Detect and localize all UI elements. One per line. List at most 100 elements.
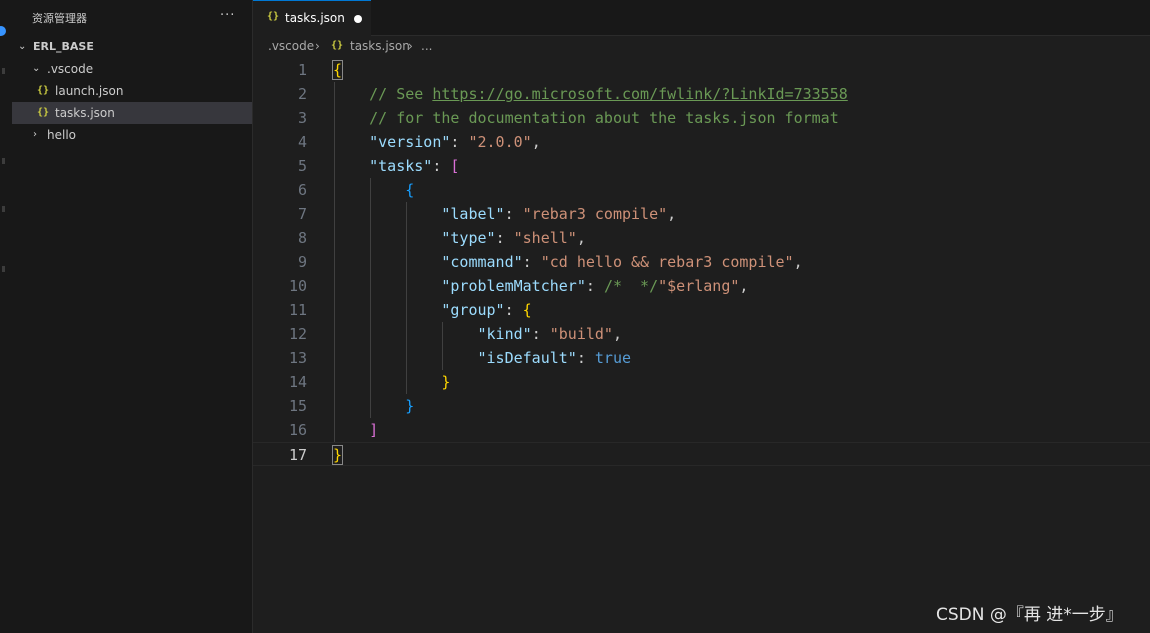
code-token: "build" — [549, 325, 613, 343]
code-text: "group": { — [333, 298, 532, 322]
code-line[interactable]: 1{ — [253, 58, 1150, 82]
code-line[interactable]: 16 ] — [253, 418, 1150, 442]
line-number: 17 — [288, 446, 307, 464]
json-file-icon: {} — [37, 85, 50, 96]
code-text: "problemMatcher": /* */"$erlang", — [333, 274, 748, 298]
workspace-folder[interactable]: ⌄ ERL_BASE — [12, 36, 252, 58]
code-token: [ — [450, 157, 460, 175]
code-text: // See https://go.microsoft.com/fwlink/?… — [333, 82, 848, 106]
code-token: "version" — [369, 133, 451, 151]
code-line[interactable]: 15 } — [253, 394, 1150, 418]
code-line[interactable]: 3 // for the documentation about the tas… — [253, 106, 1150, 130]
activity-icon[interactable] — [2, 266, 5, 272]
tree-item-hello[interactable]: › hello — [12, 124, 252, 146]
chevron-down-icon: ⌄ — [18, 41, 27, 52]
code-token: https://go.microsoft.com/fwlink/?LinkId=… — [432, 85, 848, 103]
tree-item-vscode[interactable]: ⌄ .vscode — [12, 58, 252, 80]
code-token: } — [441, 373, 451, 391]
chevron-right-icon: › — [33, 129, 37, 140]
breadcrumb-folder[interactable]: .vscode — [268, 39, 314, 53]
code-line[interactable]: 13 "isDefault": true — [253, 346, 1150, 370]
code-line[interactable]: 11 "group": { — [253, 298, 1150, 322]
code-token: : — [432, 157, 451, 175]
code-token: : — [585, 277, 604, 295]
tree-item-tasks-json[interactable]: {} tasks.json — [12, 102, 252, 124]
code-text: "version": "2.0.0", — [333, 130, 541, 154]
code-line[interactable]: 7 "label": "rebar3 compile", — [253, 202, 1150, 226]
activity-icon[interactable] — [2, 206, 5, 212]
code-text: } — [333, 370, 450, 394]
more-actions-icon[interactable]: ··· — [220, 8, 235, 23]
line-number: 8 — [297, 229, 307, 247]
code-line[interactable]: 8 "type": "shell", — [253, 226, 1150, 250]
tree-item-label: hello — [47, 128, 76, 142]
breadcrumb-symbol[interactable]: ... — [421, 39, 432, 53]
code-line[interactable]: 4 "version": "2.0.0", — [253, 130, 1150, 154]
code-token: "$erlang" — [658, 277, 740, 295]
unsaved-dot-icon[interactable] — [354, 15, 362, 23]
line-number: 3 — [297, 109, 307, 127]
code-token: "isDefault" — [477, 349, 577, 367]
code-line[interactable]: 2 // See https://go.microsoft.com/fwlink… — [253, 82, 1150, 106]
editor-tab-bar: {} tasks.json — [253, 0, 1150, 37]
code-token: { — [405, 181, 415, 199]
code-token: , — [739, 277, 749, 295]
code-token: "cd hello && rebar3 compile" — [540, 253, 794, 271]
indent-guide — [442, 322, 444, 370]
code-token: "label" — [441, 205, 505, 223]
code-token: : — [504, 301, 523, 319]
tab-tasks-json[interactable]: {} tasks.json — [253, 0, 371, 37]
tree-item-launch-json[interactable]: {} launch.json — [12, 80, 252, 102]
chevron-right-icon: › — [408, 39, 413, 53]
explorer-sidebar: 资源管理器 ··· ⌄ ERL_BASE ⌄ .vscode {} launch… — [12, 0, 253, 633]
code-line[interactable]: 9 "command": "cd hello && rebar3 compile… — [253, 250, 1150, 274]
code-text: { — [331, 58, 344, 82]
code-token: // See — [333, 85, 433, 103]
code-line[interactable]: 10 "problemMatcher": /* */"$erlang", — [253, 274, 1150, 298]
code-token: "command" — [441, 253, 523, 271]
accounts-badge-icon[interactable] — [0, 26, 6, 36]
code-token: true — [594, 349, 632, 367]
code-text: } — [333, 394, 414, 418]
breadcrumb-file[interactable]: tasks.json — [350, 39, 410, 53]
code-line[interactable]: 6 { — [253, 178, 1150, 202]
code-token: "rebar3 compile" — [522, 205, 668, 223]
code-token: /* */ — [603, 277, 659, 295]
line-number: 13 — [288, 349, 307, 367]
code-token: "kind" — [477, 325, 532, 343]
code-text: { — [333, 178, 414, 202]
code-line[interactable]: 5 "tasks": [ — [253, 154, 1150, 178]
code-token: : — [495, 229, 514, 247]
indent-guide — [334, 82, 335, 442]
code-text: "command": "cd hello && rebar3 compile", — [333, 250, 803, 274]
code-line[interactable]: 12 "kind": "build", — [253, 322, 1150, 346]
indent-guide — [370, 178, 372, 418]
code-token: : — [522, 253, 541, 271]
explorer-title: 资源管理器 — [32, 12, 87, 25]
code-token: , — [793, 253, 803, 271]
code-line[interactable]: 14 } — [253, 370, 1150, 394]
line-number: 5 — [297, 157, 307, 175]
code-token: : — [531, 325, 550, 343]
code-text: "tasks": [ — [333, 154, 459, 178]
activity-icon[interactable] — [2, 68, 5, 74]
code-line[interactable]: 17} — [253, 442, 1150, 466]
code-token: "shell" — [513, 229, 577, 247]
line-number: 2 — [297, 85, 307, 103]
code-token: "2.0.0" — [468, 133, 532, 151]
code-token: : — [576, 349, 595, 367]
tree-item-label: tasks.json — [55, 106, 115, 120]
line-number: 7 — [297, 205, 307, 223]
code-token: { — [522, 301, 532, 319]
code-editor[interactable]: 1{2 // See https://go.microsoft.com/fwli… — [253, 58, 1150, 633]
code-token: , — [531, 133, 541, 151]
line-number: 16 — [288, 421, 307, 439]
activity-icon[interactable] — [2, 158, 5, 164]
